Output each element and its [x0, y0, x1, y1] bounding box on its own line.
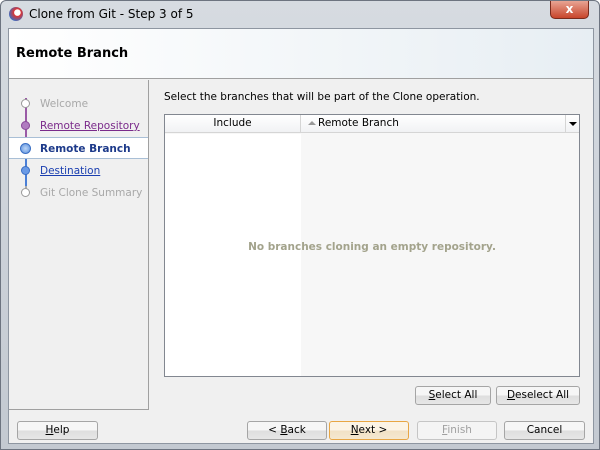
- select-all-button[interactable]: Select All: [415, 386, 491, 405]
- finish-button: Finish: [417, 421, 497, 440]
- steps-panel: Welcome Remote Repository Remote Branch …: [9, 80, 149, 410]
- table-header: Include Remote Branch: [165, 115, 579, 133]
- dialog-window: Clone from Git - Step 3 of 5 x Remote Br…: [0, 0, 600, 450]
- step-label: Git Clone Summary: [40, 187, 143, 199]
- step-dot-icon: [20, 143, 31, 154]
- header-banner: Remote Branch: [9, 29, 593, 79]
- step-label: Destination: [40, 165, 101, 177]
- step-dot-icon: [21, 121, 30, 130]
- step-label: Welcome: [40, 98, 89, 110]
- empty-message: No branches cloning an empty repository.: [248, 241, 496, 253]
- column-menu-dropdown[interactable]: [565, 115, 579, 132]
- step-remote-repository[interactable]: Remote Repository: [9, 115, 148, 137]
- step-label: Remote Branch: [40, 143, 131, 155]
- close-button[interactable]: x: [550, 1, 589, 19]
- next-button[interactable]: Next >: [329, 421, 409, 440]
- step-destination[interactable]: Destination: [9, 160, 148, 182]
- window-title: Clone from Git - Step 3 of 5: [29, 7, 194, 21]
- column-remote-branch[interactable]: Remote Branch: [302, 115, 399, 133]
- step-git-clone-summary: Git Clone Summary: [9, 182, 148, 204]
- branches-table[interactable]: Include Remote Branch No branches clonin…: [164, 114, 580, 377]
- include-column-area: [165, 134, 301, 376]
- step-remote-branch: Remote Branch: [9, 137, 148, 159]
- page-title: Remote Branch: [16, 46, 129, 61]
- instruction-text: Select the branches that will be part of…: [164, 91, 480, 103]
- cancel-button[interactable]: Cancel: [504, 421, 585, 440]
- step-dot-icon: [21, 166, 30, 175]
- deselect-all-button[interactable]: Deselect All: [496, 386, 580, 405]
- help-button[interactable]: Help: [17, 421, 98, 440]
- client-area: Remote Branch Welcome Remote Repository …: [8, 28, 594, 444]
- step-dot-icon: [21, 188, 30, 197]
- column-include[interactable]: Include: [165, 115, 301, 133]
- app-icon: [9, 7, 23, 21]
- step-label: Remote Repository: [40, 120, 140, 132]
- back-button[interactable]: < Back: [247, 421, 327, 440]
- step-welcome: Welcome: [9, 93, 148, 115]
- step-dot-icon: [21, 99, 30, 108]
